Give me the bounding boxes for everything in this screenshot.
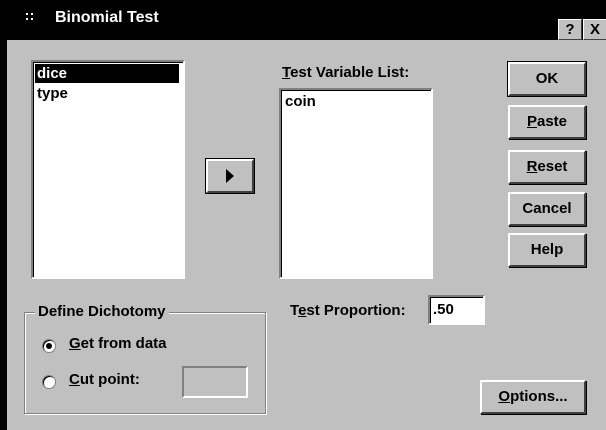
close-icon[interactable]: X [583, 19, 606, 40]
define-dichotomy-group: Define Dichotomy Get from data Cut point… [24, 303, 266, 414]
title-bar: Binomial Test ? X [0, 0, 606, 40]
test-proportion-label: Test Proportion: [290, 302, 406, 319]
help-icon[interactable]: ? [558, 19, 582, 40]
list-item[interactable]: type [35, 84, 179, 103]
get-from-data-radio[interactable] [42, 339, 56, 353]
window-title: Binomial Test [55, 9, 159, 26]
cancel-button[interactable]: Cancel [508, 192, 586, 226]
right-arrow-icon [226, 169, 234, 183]
group-title: Define Dichotomy [35, 303, 169, 320]
ok-button[interactable]: OK [507, 61, 587, 97]
cut-point-label[interactable]: Cut point: [69, 371, 140, 388]
cut-point-input[interactable] [182, 366, 248, 398]
list-item[interactable]: dice [35, 64, 179, 83]
move-variable-button[interactable] [206, 159, 254, 193]
get-from-data-label[interactable]: Get from data [69, 335, 167, 352]
options-button[interactable]: Options... [480, 380, 586, 414]
cut-point-radio[interactable] [42, 375, 56, 389]
paste-button[interactable]: Paste [508, 105, 586, 139]
window-border [0, 40, 7, 430]
list-item[interactable]: coin [283, 92, 427, 111]
reset-button[interactable]: Reset [508, 150, 586, 184]
system-menu-icon[interactable] [26, 13, 38, 25]
help-button[interactable]: Help [508, 233, 586, 267]
test-variable-list[interactable]: coin [279, 88, 433, 279]
source-variable-list[interactable]: dice type [31, 60, 185, 279]
test-proportion-input[interactable]: .50 [428, 295, 485, 325]
test-variable-list-label: Test Variable List: [282, 64, 410, 81]
